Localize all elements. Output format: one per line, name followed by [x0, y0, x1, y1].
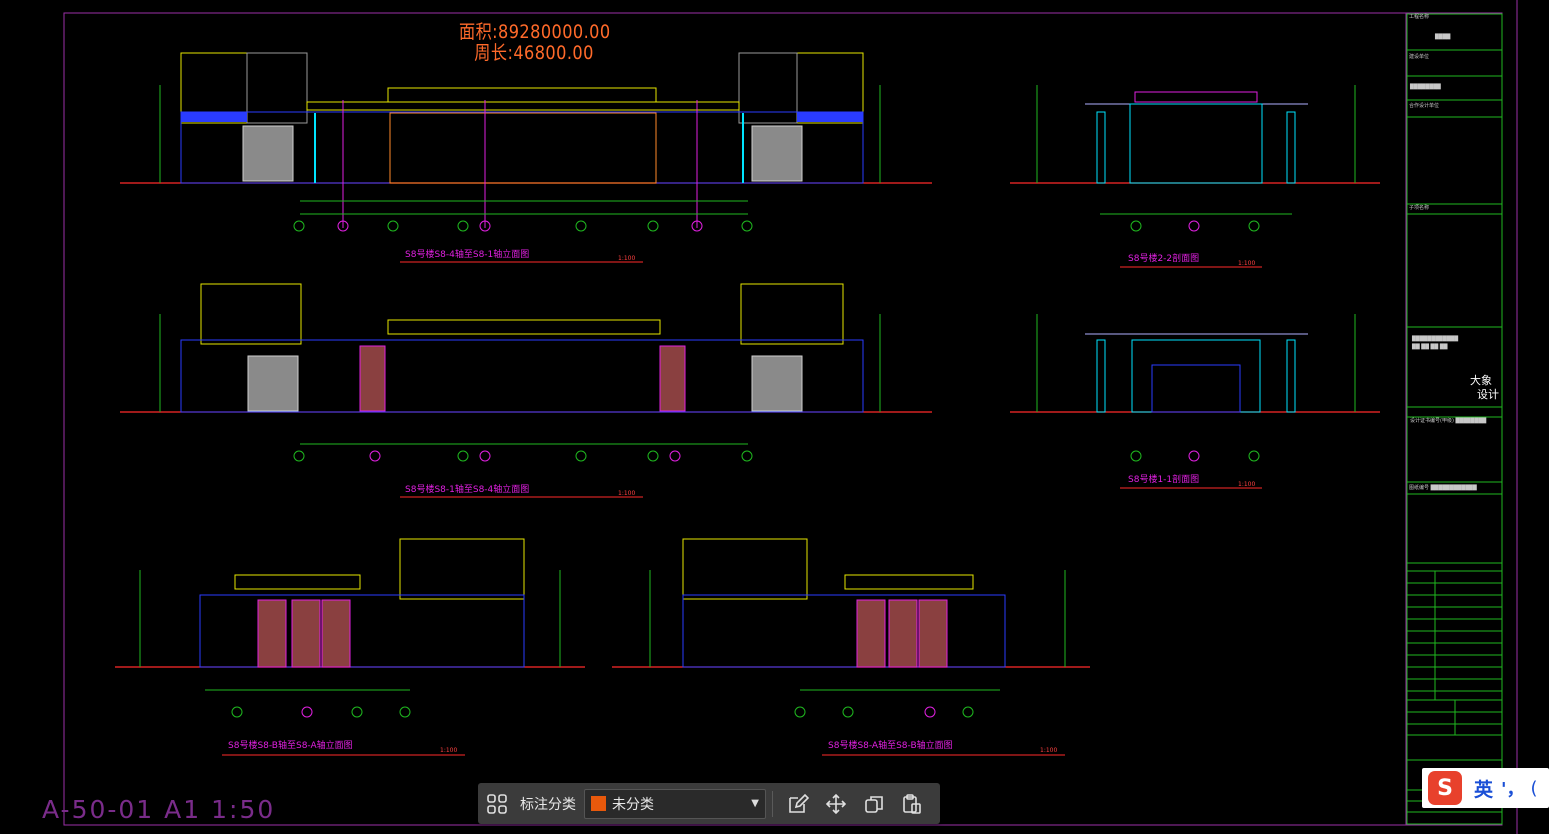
perimeter-label: 周长:46800.00: [474, 42, 594, 64]
svg-text:子项名称: 子项名称: [1409, 204, 1429, 211]
svg-text:████████████: ████████████: [1411, 335, 1458, 342]
view-scale: 1:100: [1238, 481, 1255, 488]
title-block-text: 工程名称 ████ 建设单位 ████████ 合作设计单位子项名称 ███████…: [1409, 13, 1486, 491]
design-logo-text: 大象: [1470, 373, 1492, 387]
view-title: S8号楼S8-4轴至S8-1轴立面图: [405, 248, 529, 260]
view-title: S8号楼S8-B轴至S8-A轴立面图: [228, 739, 353, 751]
design-logo-text-2: 设计: [1477, 388, 1499, 401]
view-title: S8号楼1-1剖面图: [1128, 473, 1199, 485]
svg-text:建设单位: 建设单位: [1409, 53, 1429, 60]
view-title: S8号楼2-2剖面图: [1128, 252, 1199, 264]
annotation-toolbar: 标注分类 未分类 ▼: [478, 783, 940, 824]
area-perimeter-readout: 面积:89280000.00 周长:46800.00: [459, 22, 611, 64]
elevation-view-4: [612, 538, 1090, 756]
view-scale: 1:100: [618, 490, 635, 497]
move-icon[interactable]: [817, 783, 855, 824]
paste-icon[interactable]: [893, 783, 931, 824]
svg-text:图纸编号 ████████████: 图纸编号 ████████████: [1409, 484, 1477, 491]
svg-text:████: ████: [1434, 33, 1451, 40]
category-select-value: 未分类: [612, 796, 654, 813]
view-title: S8号楼S8-1轴至S8-4轴立面图: [405, 483, 529, 495]
chevron-down-icon: ▼: [751, 798, 759, 809]
ime-language-toggle[interactable]: 英: [1474, 775, 1493, 802]
view-scale: 1:100: [1040, 747, 1057, 754]
svg-text:工程名称: 工程名称: [1409, 13, 1429, 20]
elevation-view-1: [120, 52, 932, 263]
elevation-view-2: [120, 283, 932, 498]
sogou-logo-icon[interactable]: S: [1428, 771, 1462, 805]
cad-drawing-canvas[interactable]: 工程名称 ████ 建设单位 ████████ 合作设计单位子项名称 ███████…: [0, 0, 1549, 834]
ime-more-toggle[interactable]: (: [1531, 778, 1538, 799]
ime-status-bar[interactable]: S 英 '， (: [1422, 768, 1549, 808]
svg-text:设计证书编号(甲级) ████████: 设计证书编号(甲级) ████████: [1410, 417, 1486, 424]
svg-text:██ ██ ██ ██: ██ ██ ██ ██: [1411, 343, 1448, 350]
area-label: 面积:89280000.00: [459, 21, 611, 43]
section-view-1-1: [1010, 314, 1380, 489]
category-color-swatch: [591, 796, 606, 811]
view-titles: S8号楼S8-4轴至S8-1轴立面图 1:100 S8号楼2-2剖面图 1:10…: [228, 248, 1255, 754]
grid-icon[interactable]: [478, 783, 516, 824]
edit-icon[interactable]: [779, 783, 817, 824]
section-view-2-2: [1010, 85, 1380, 268]
ime-punctuation-toggle[interactable]: '，: [1501, 775, 1525, 801]
svg-text:████████: ████████: [1409, 83, 1441, 90]
category-label: 标注分类: [520, 796, 576, 813]
view-scale: 1:100: [440, 747, 457, 754]
view-scale: 1:100: [1238, 260, 1255, 267]
category-select[interactable]: 未分类 ▼: [584, 788, 766, 819]
view-scale: 1:100: [618, 255, 635, 262]
elevation-view-3: [115, 538, 585, 756]
view-title: S8号楼S8-A轴至S8-B轴立面图: [828, 739, 953, 751]
svg-text:合作设计单位: 合作设计单位: [1409, 102, 1439, 109]
toolbar-divider: [772, 790, 773, 817]
sheet-code: A-50-01 A1 1:50: [42, 795, 276, 824]
copy-icon[interactable]: [855, 783, 893, 824]
